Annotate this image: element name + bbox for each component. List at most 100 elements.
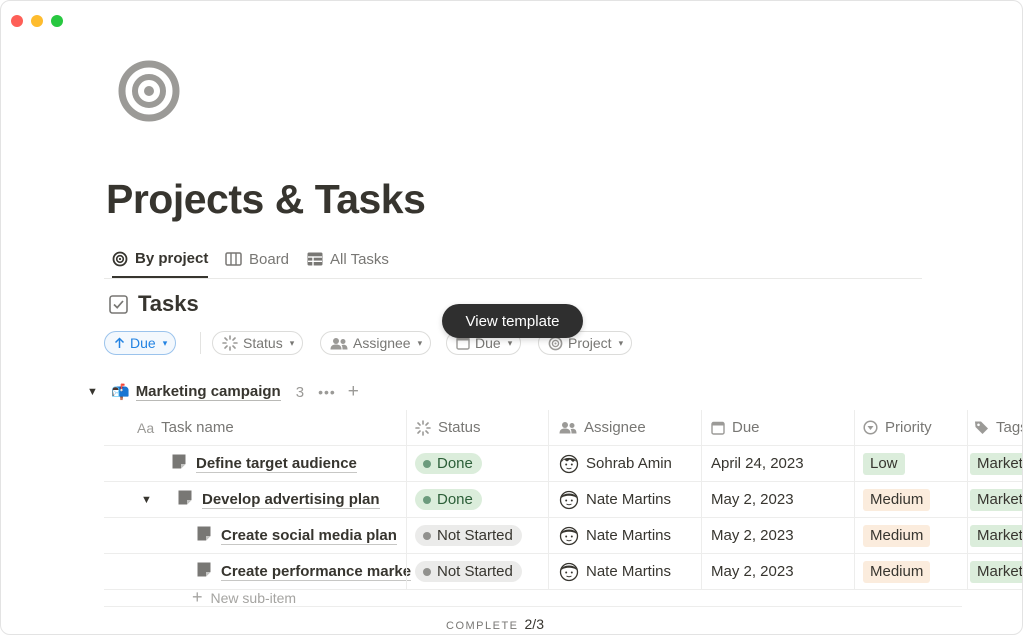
window-controls bbox=[11, 15, 63, 27]
text-property-icon: Aa bbox=[137, 419, 155, 436]
group-name[interactable]: Marketing campaign bbox=[135, 383, 281, 401]
status-badge: Done bbox=[415, 489, 482, 510]
filter-status-chip[interactable]: Status ▾ bbox=[212, 331, 304, 355]
select-property-icon bbox=[863, 420, 878, 435]
tab-by-project[interactable]: By project bbox=[112, 241, 209, 278]
table-row[interactable]: ▼ Develop advertising plan Done Nate Mar… bbox=[104, 482, 1022, 518]
assignee-cell[interactable]: Nate Martins bbox=[549, 518, 711, 553]
database-title-text: Tasks bbox=[138, 291, 199, 316]
tag-badge: Market bbox=[970, 452, 1022, 475]
plus-icon: + bbox=[192, 587, 203, 607]
column-header-tags[interactable]: Tags bbox=[968, 410, 1022, 445]
assignee-cell[interactable]: Sohrab Amin bbox=[549, 446, 711, 481]
chip-label: Due bbox=[130, 335, 156, 351]
priority-cell[interactable]: Medium bbox=[855, 554, 975, 589]
maximize-window-button[interactable] bbox=[51, 15, 63, 27]
complete-summary[interactable]: COMPLETE 2/3 bbox=[446, 616, 544, 632]
target-icon bbox=[112, 251, 128, 266]
minimize-window-button[interactable] bbox=[31, 15, 43, 27]
status-cell[interactable]: Done bbox=[407, 446, 556, 481]
filter-assignee-chip[interactable]: Assignee ▾ bbox=[320, 331, 432, 355]
due-date: April 24, 2023 bbox=[711, 455, 804, 472]
status-badge: Not Started bbox=[415, 561, 522, 582]
calendar-icon bbox=[456, 336, 470, 350]
group-header: ▼ 📬 Marketing campaign 3 ••• + bbox=[87, 381, 359, 403]
tags-cell[interactable]: Market bbox=[968, 482, 1022, 517]
column-header-due[interactable]: Due bbox=[702, 410, 863, 445]
table-row[interactable]: Create performance marke Not Started Nat… bbox=[104, 554, 1022, 590]
assignee-cell[interactable]: Nate Martins bbox=[549, 482, 711, 517]
table-row[interactable]: Define target audience Done Sohrab Amin … bbox=[104, 446, 1022, 482]
more-options-icon[interactable]: ••• bbox=[318, 384, 336, 400]
view-template-button[interactable]: View template bbox=[442, 304, 583, 338]
chevron-down-icon: ▾ bbox=[162, 337, 168, 348]
tab-all-tasks[interactable]: All Tasks bbox=[307, 241, 389, 277]
tab-label: By project bbox=[135, 250, 209, 267]
complete-value: 2/3 bbox=[524, 616, 544, 632]
status-spinner-icon bbox=[415, 419, 431, 436]
board-icon bbox=[225, 252, 242, 266]
tasks-table: Aa Task name Status Assignee Due Priorit… bbox=[104, 410, 1022, 607]
column-header-assignee[interactable]: Assignee bbox=[549, 410, 711, 445]
close-window-button[interactable] bbox=[11, 15, 23, 27]
status-cell[interactable]: Not Started bbox=[407, 518, 556, 553]
group-emoji-icon: 📬 bbox=[111, 384, 130, 401]
chip-label: Assignee bbox=[353, 335, 411, 351]
task-name[interactable]: Develop advertising plan bbox=[202, 491, 380, 509]
column-header-status[interactable]: Status bbox=[407, 410, 556, 445]
column-label: Status bbox=[438, 419, 481, 436]
priority-cell[interactable]: Medium bbox=[855, 518, 975, 553]
due-cell[interactable]: May 2, 2023 bbox=[702, 554, 863, 589]
tags-cell[interactable]: Market bbox=[968, 554, 1022, 589]
page-title[interactable]: Projects & Tasks bbox=[106, 176, 426, 223]
status-label: Done bbox=[437, 491, 473, 508]
priority-badge: Medium bbox=[863, 488, 931, 511]
people-icon bbox=[559, 422, 577, 434]
status-label: Not Started bbox=[437, 563, 513, 580]
new-sub-item-button[interactable]: + New sub-item bbox=[192, 587, 296, 608]
column-label: Priority bbox=[885, 419, 932, 436]
status-cell[interactable]: Done bbox=[407, 482, 556, 517]
tags-cell[interactable]: Market bbox=[968, 446, 1022, 481]
priority-cell[interactable]: Medium bbox=[855, 482, 975, 517]
calendar-icon bbox=[711, 421, 725, 435]
group-toggle-icon[interactable]: ▼ bbox=[87, 386, 111, 398]
column-header-priority[interactable]: Priority bbox=[855, 410, 975, 445]
arrow-up-icon bbox=[114, 337, 125, 348]
status-label: Done bbox=[437, 455, 473, 472]
tab-label: All Tasks bbox=[330, 250, 389, 268]
due-cell[interactable]: May 2, 2023 bbox=[702, 518, 863, 553]
page-icon bbox=[196, 561, 212, 582]
column-header-task-name[interactable]: Aa Task name bbox=[104, 410, 439, 445]
expand-toggle-icon[interactable]: ▼ bbox=[141, 494, 155, 506]
task-name-cell[interactable]: ▼ Develop advertising plan bbox=[104, 482, 443, 517]
page-icon bbox=[177, 489, 193, 510]
footer-divider bbox=[104, 606, 962, 607]
due-cell[interactable]: April 24, 2023 bbox=[702, 446, 863, 481]
chip-label: Project bbox=[568, 335, 612, 351]
tags-cell[interactable]: Market bbox=[968, 518, 1022, 553]
status-dot-icon bbox=[423, 567, 431, 576]
task-name[interactable]: Define target audience bbox=[196, 455, 357, 473]
page-target-icon[interactable] bbox=[117, 59, 181, 123]
tag-badge: Market bbox=[970, 488, 1022, 511]
sort-due-chip[interactable]: Due ▾ bbox=[104, 331, 177, 355]
status-dot-icon bbox=[423, 531, 431, 540]
tag-icon bbox=[975, 421, 988, 434]
table-icon bbox=[307, 252, 323, 266]
task-name[interactable]: Create social media plan bbox=[221, 527, 397, 545]
assignee-name: Nate Martins bbox=[586, 527, 672, 544]
due-cell[interactable]: May 2, 2023 bbox=[702, 482, 863, 517]
table-row[interactable]: Create social media plan Not Started Nat… bbox=[104, 518, 1022, 554]
add-item-icon[interactable]: + bbox=[348, 381, 359, 403]
app-window: Projects & Tasks By project Board All Ta… bbox=[0, 0, 1023, 635]
task-name[interactable]: Create performance marke bbox=[221, 563, 412, 581]
avatar-icon bbox=[559, 526, 579, 545]
assignee-cell[interactable]: Nate Martins bbox=[549, 554, 711, 589]
tab-board[interactable]: Board bbox=[225, 241, 289, 277]
priority-cell[interactable]: Low bbox=[855, 446, 975, 481]
tag-badge: Market bbox=[970, 524, 1022, 547]
database-title[interactable]: Tasks bbox=[109, 291, 199, 317]
status-dot-icon bbox=[423, 459, 431, 468]
status-cell[interactable]: Not Started bbox=[407, 554, 556, 589]
